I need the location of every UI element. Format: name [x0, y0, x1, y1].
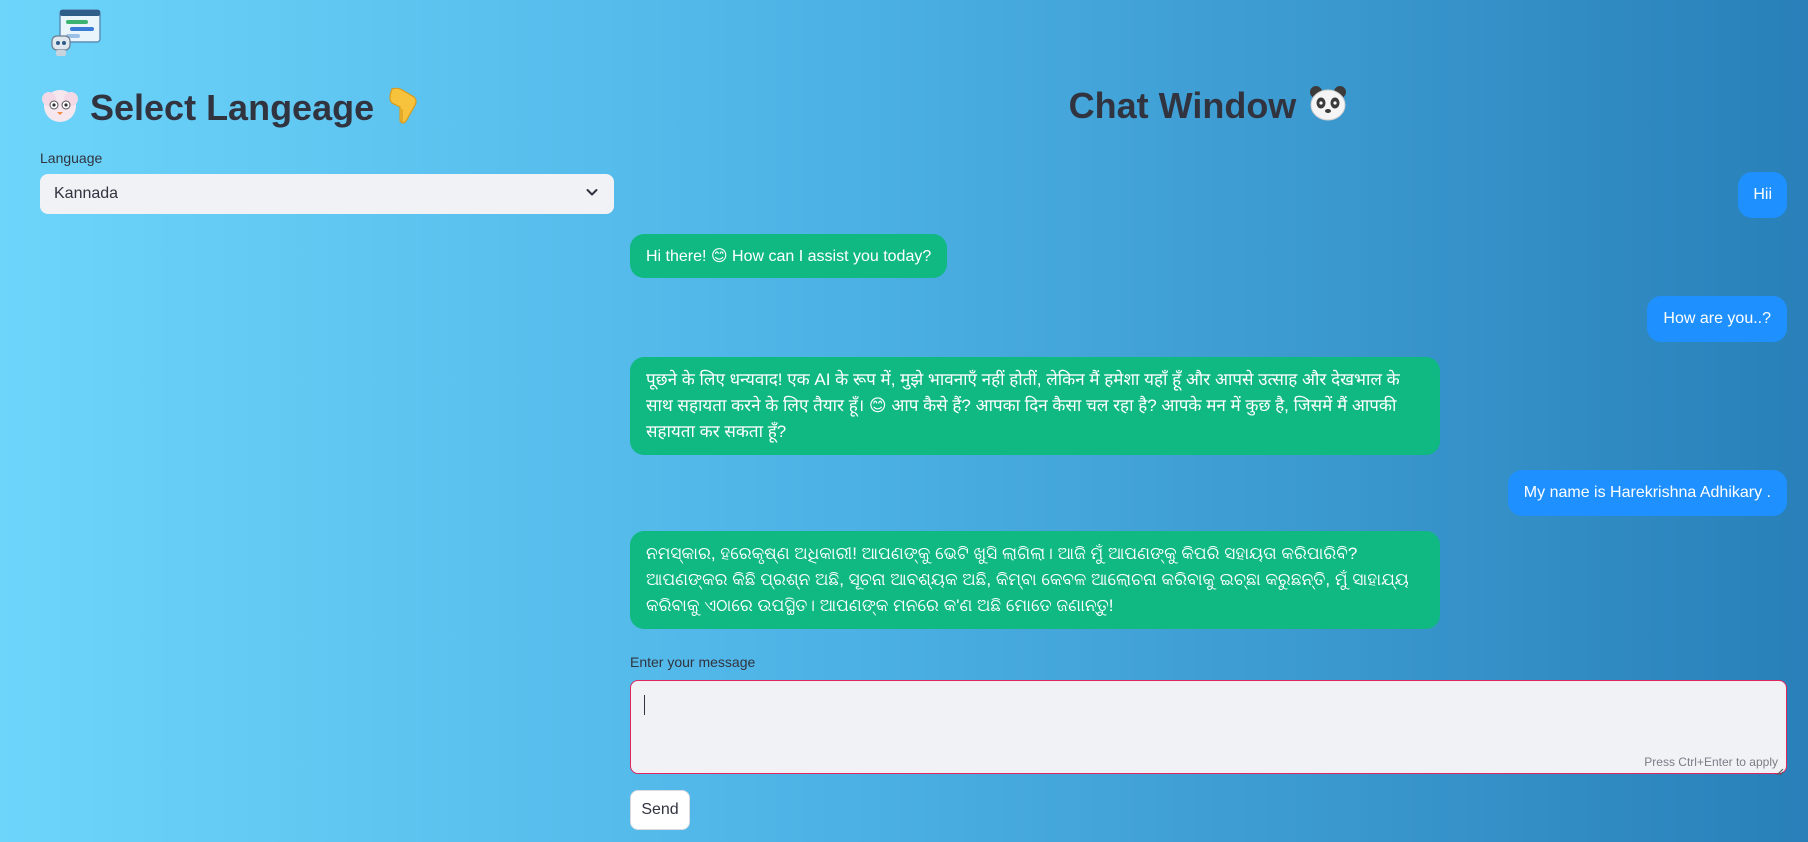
assistant-message: पूछने के लिए धन्यवाद! एक AI के रूप में, …	[630, 357, 1440, 455]
user-message: How are you..?	[1647, 296, 1787, 342]
user-message: My name is Harekrishna Adhikary .	[1507, 470, 1787, 516]
panda-icon	[1308, 84, 1348, 128]
input-hint: Press Ctrl+Enter to apply	[1644, 755, 1778, 769]
language-select[interactable]: Kannada	[40, 174, 614, 214]
language-label: Language	[40, 150, 103, 166]
resize-handle-icon[interactable]	[1776, 763, 1784, 776]
language-panel-title: Select Langeage	[40, 80, 614, 136]
page-title: Select Langeage	[90, 87, 375, 128]
chat-window-title: Chat Window	[630, 80, 1787, 132]
chevron-down-icon	[584, 184, 600, 205]
assistant-message: Hi there! 😊 How can I assist you today?	[630, 234, 948, 278]
chat-panel: Chat Window Hii Hi there! 😊 How can I as…	[630, 80, 1787, 830]
chat-title-text: Chat Window	[1068, 85, 1297, 126]
send-button[interactable]: Send	[630, 790, 690, 830]
chat-bot-icon	[50, 8, 102, 58]
pointing-down-icon	[384, 85, 420, 131]
assistant-message: ନମସ୍କାର, ହରେକୃଷ୍ଣ ଅଧିକାରୀ! ଆପଣଙ୍କୁ ଭେଟି …	[630, 531, 1440, 629]
message-input-label: Enter your message	[630, 654, 756, 670]
text-caret	[644, 695, 645, 715]
user-message: Hii	[1738, 172, 1787, 218]
message-input[interactable]: Press Ctrl+Enter to apply	[630, 680, 1787, 776]
language-select-value: Kannada	[54, 185, 119, 202]
language-panel: Select Langeage Language Kannada	[40, 80, 614, 214]
cloud-face-icon	[40, 85, 80, 131]
